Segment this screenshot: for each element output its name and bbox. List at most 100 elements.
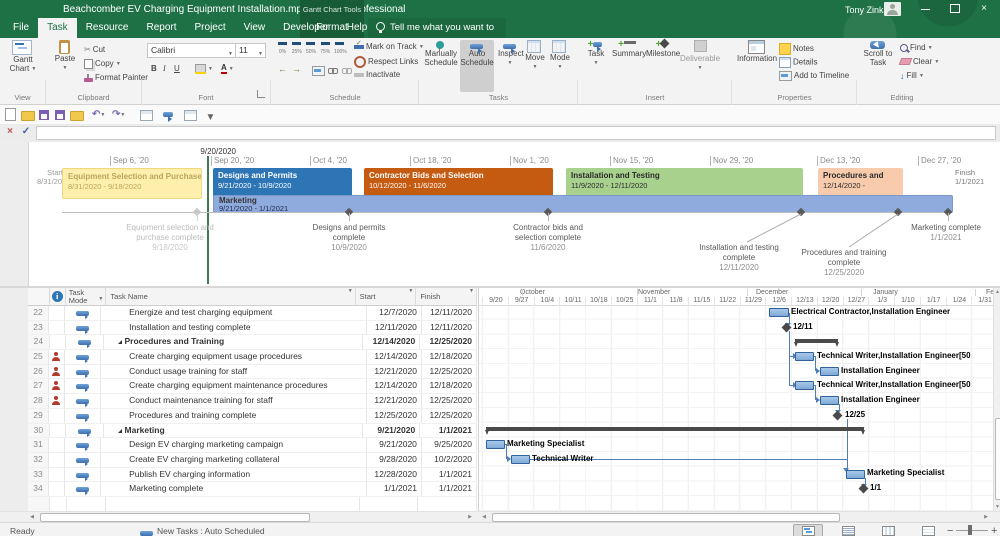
gantt-chart-view-button[interactable]: Gantt Chart ▼ — [4, 40, 42, 74]
indicators-cell[interactable] — [49, 306, 65, 320]
task-mode-cell[interactable] — [65, 408, 102, 423]
team-planner-view-button[interactable] — [873, 524, 903, 536]
table-row[interactable]: 27 Create charging equipment maintenance … — [28, 379, 477, 395]
finish-header[interactable]: Finish ▼ — [416, 288, 477, 305]
task-name-cell[interactable]: Energize and test charging equipment — [101, 306, 367, 320]
table-row[interactable]: 26 Conduct usage training for staff 12/21/… — [28, 364, 477, 380]
indicators-cell[interactable] — [49, 452, 65, 467]
insert-summary-button[interactable]: + Summary — [612, 40, 646, 59]
filter-arrow-icon[interactable]: ▼ — [408, 283, 413, 300]
move-button[interactable]: Move ▼ — [523, 40, 547, 72]
task-mode-cell[interactable] — [65, 394, 102, 408]
scroll-right-icon[interactable]: ▶ — [466, 514, 474, 520]
row-number[interactable]: 25 — [28, 350, 50, 364]
finish-cell[interactable]: 12/25/2020 — [422, 394, 477, 408]
start-cell[interactable]: 9/21/2020 — [367, 438, 422, 452]
inactivate-button[interactable]: Inactivate — [354, 70, 400, 79]
task-name-cell[interactable]: Publish EV charging information — [101, 467, 367, 482]
scroll-right-icon[interactable]: ▶ — [982, 514, 990, 520]
task-mode-qat-button[interactable] — [162, 108, 175, 122]
tell-me-box[interactable]: Tell me what you want to do — [368, 18, 506, 53]
link-tasks-button[interactable] — [328, 66, 340, 75]
timeline-phase-installation[interactable]: Installation and Testing 11/9/2020 - 12/1… — [566, 168, 803, 197]
indent-task-button[interactable]: → — [292, 64, 301, 74]
format-painter-button[interactable]: Format Painter — [84, 73, 148, 82]
task-name-cell[interactable]: Marketing complete — [101, 482, 367, 496]
task-mode-cell[interactable] — [66, 335, 104, 350]
background-color-button[interactable]: ▼ — [195, 64, 213, 75]
add-to-timeline-button[interactable]: Add to Timeline — [779, 71, 849, 81]
row-number[interactable]: 23 — [28, 320, 50, 335]
sheet-view-button[interactable] — [913, 524, 943, 536]
start-cell[interactable]: 12/11/2020 — [367, 320, 422, 335]
details-button[interactable]: Details — [779, 57, 817, 68]
bold-button[interactable]: B — [151, 64, 157, 73]
start-cell[interactable]: 12/21/2020 — [367, 364, 422, 379]
table-row[interactable]: 29 Procedures and training complete 12/25/… — [28, 408, 477, 424]
account-name[interactable]: Tony Zink — [845, 5, 884, 15]
scroll-down-icon[interactable]: ▼ — [994, 504, 1000, 510]
mode-button[interactable]: Mode ▼ — [548, 40, 572, 72]
scroll-left-icon[interactable]: ◀ — [480, 514, 488, 520]
paste-button[interactable]: Paste ▼ — [50, 40, 80, 73]
start-cell[interactable]: 12/25/2020 — [367, 408, 422, 423]
task-name-cell[interactable]: Marketing — [104, 423, 364, 438]
indicators-cell[interactable] — [49, 467, 65, 482]
table-row-summary[interactable]: 24 Procedures and Training 12/14/2020 12/25… — [28, 335, 477, 351]
percent-100-button[interactable]: 100% — [334, 42, 347, 55]
finish-cell[interactable]: 1/1/2021 — [420, 423, 477, 438]
indicators-cell[interactable] — [49, 482, 65, 496]
finish-cell[interactable]: 12/25/2020 — [422, 364, 477, 379]
table-row[interactable]: 22 Energize and test charging equipment 12… — [28, 306, 477, 321]
qat-more-icon[interactable]: ▼ — [204, 111, 217, 124]
insert-milestone-button[interactable]: + Milestone — [646, 38, 680, 58]
close-button[interactable]: × — [971, 0, 997, 17]
indicators-cell[interactable] — [49, 379, 65, 394]
row-number[interactable]: 28 — [28, 394, 50, 408]
start-cell[interactable]: 12/28/2020 — [367, 467, 422, 482]
minimize-button[interactable] — [913, 0, 939, 17]
task-bar-28[interactable] — [820, 396, 839, 405]
tab-resource[interactable]: Resource — [77, 18, 138, 38]
respect-links-button[interactable]: Respect Links — [354, 56, 418, 68]
finish-cell[interactable]: 12/18/2020 — [422, 350, 477, 364]
fill-button[interactable]: ↓ Fill ▼ — [900, 71, 924, 81]
task-mode-cell[interactable] — [65, 306, 102, 320]
insert-deliverable-button[interactable]: Deliverable ▼ — [680, 40, 720, 73]
timeline-phase-equipment[interactable]: Equipment Selection and Purchase 8/31/202… — [62, 168, 202, 199]
zoom-in-button[interactable]: + — [991, 525, 997, 536]
task-name-cell[interactable]: Create EV charging marketing collateral — [101, 452, 367, 467]
indicators-cell[interactable] — [49, 408, 65, 423]
start-cell[interactable]: 1/1/2021 — [367, 482, 422, 496]
font-color-button[interactable]: A ▼ — [221, 64, 234, 74]
row-number-header[interactable] — [28, 288, 50, 305]
tab-view[interactable]: View — [235, 18, 275, 38]
undo-button[interactable]: ↶▼ — [92, 108, 105, 121]
chart-scroll-thumb[interactable] — [492, 513, 840, 522]
row-number[interactable]: 27 — [28, 379, 50, 394]
timeline-toggle-button[interactable] — [140, 108, 153, 121]
insert-task-button[interactable]: + Task ▼ — [583, 40, 609, 68]
collapse-icon[interactable] — [117, 428, 122, 433]
font-size-select[interactable]: 11 ▼ — [235, 43, 266, 58]
confirm-entry-button[interactable]: ✓ — [19, 126, 33, 137]
row-number[interactable]: 22 — [28, 306, 50, 320]
restore-button[interactable] — [942, 0, 968, 17]
gantt-pane-strip[interactable]: GANTT CHART — [0, 288, 29, 511]
indicators-cell[interactable] — [50, 423, 66, 438]
row-number[interactable]: 31 — [28, 438, 50, 452]
row-number[interactable]: 34 — [28, 482, 50, 496]
timeline-view[interactable]: 9/20/2020 Sep 6, '20 Sep 20, '20 Oct 4, … — [29, 142, 1000, 286]
percent-75-button[interactable]: 75% — [320, 42, 331, 55]
timeline-phase-marketing[interactable]: Marketing 9/21/2020 - 1/1/2021 — [213, 195, 953, 213]
collapse-icon[interactable] — [117, 340, 122, 345]
task-name-cell[interactable]: Create charging equipment maintenance pr… — [101, 379, 367, 394]
finish-cell[interactable]: 12/25/2020 — [420, 335, 477, 350]
row-number[interactable]: 29 — [28, 408, 50, 423]
inspect-button[interactable]: Inspect▼ — [498, 40, 524, 68]
scroll-left-icon[interactable]: ◀ — [28, 514, 36, 520]
task-name-cell[interactable]: Installation and testing complete — [101, 320, 367, 335]
auto-schedule-button[interactable]: Auto Schedule — [460, 40, 494, 92]
task-mode-header[interactable]: Task Mode ▼ — [66, 288, 107, 305]
row-number[interactable]: 30 — [28, 423, 50, 438]
